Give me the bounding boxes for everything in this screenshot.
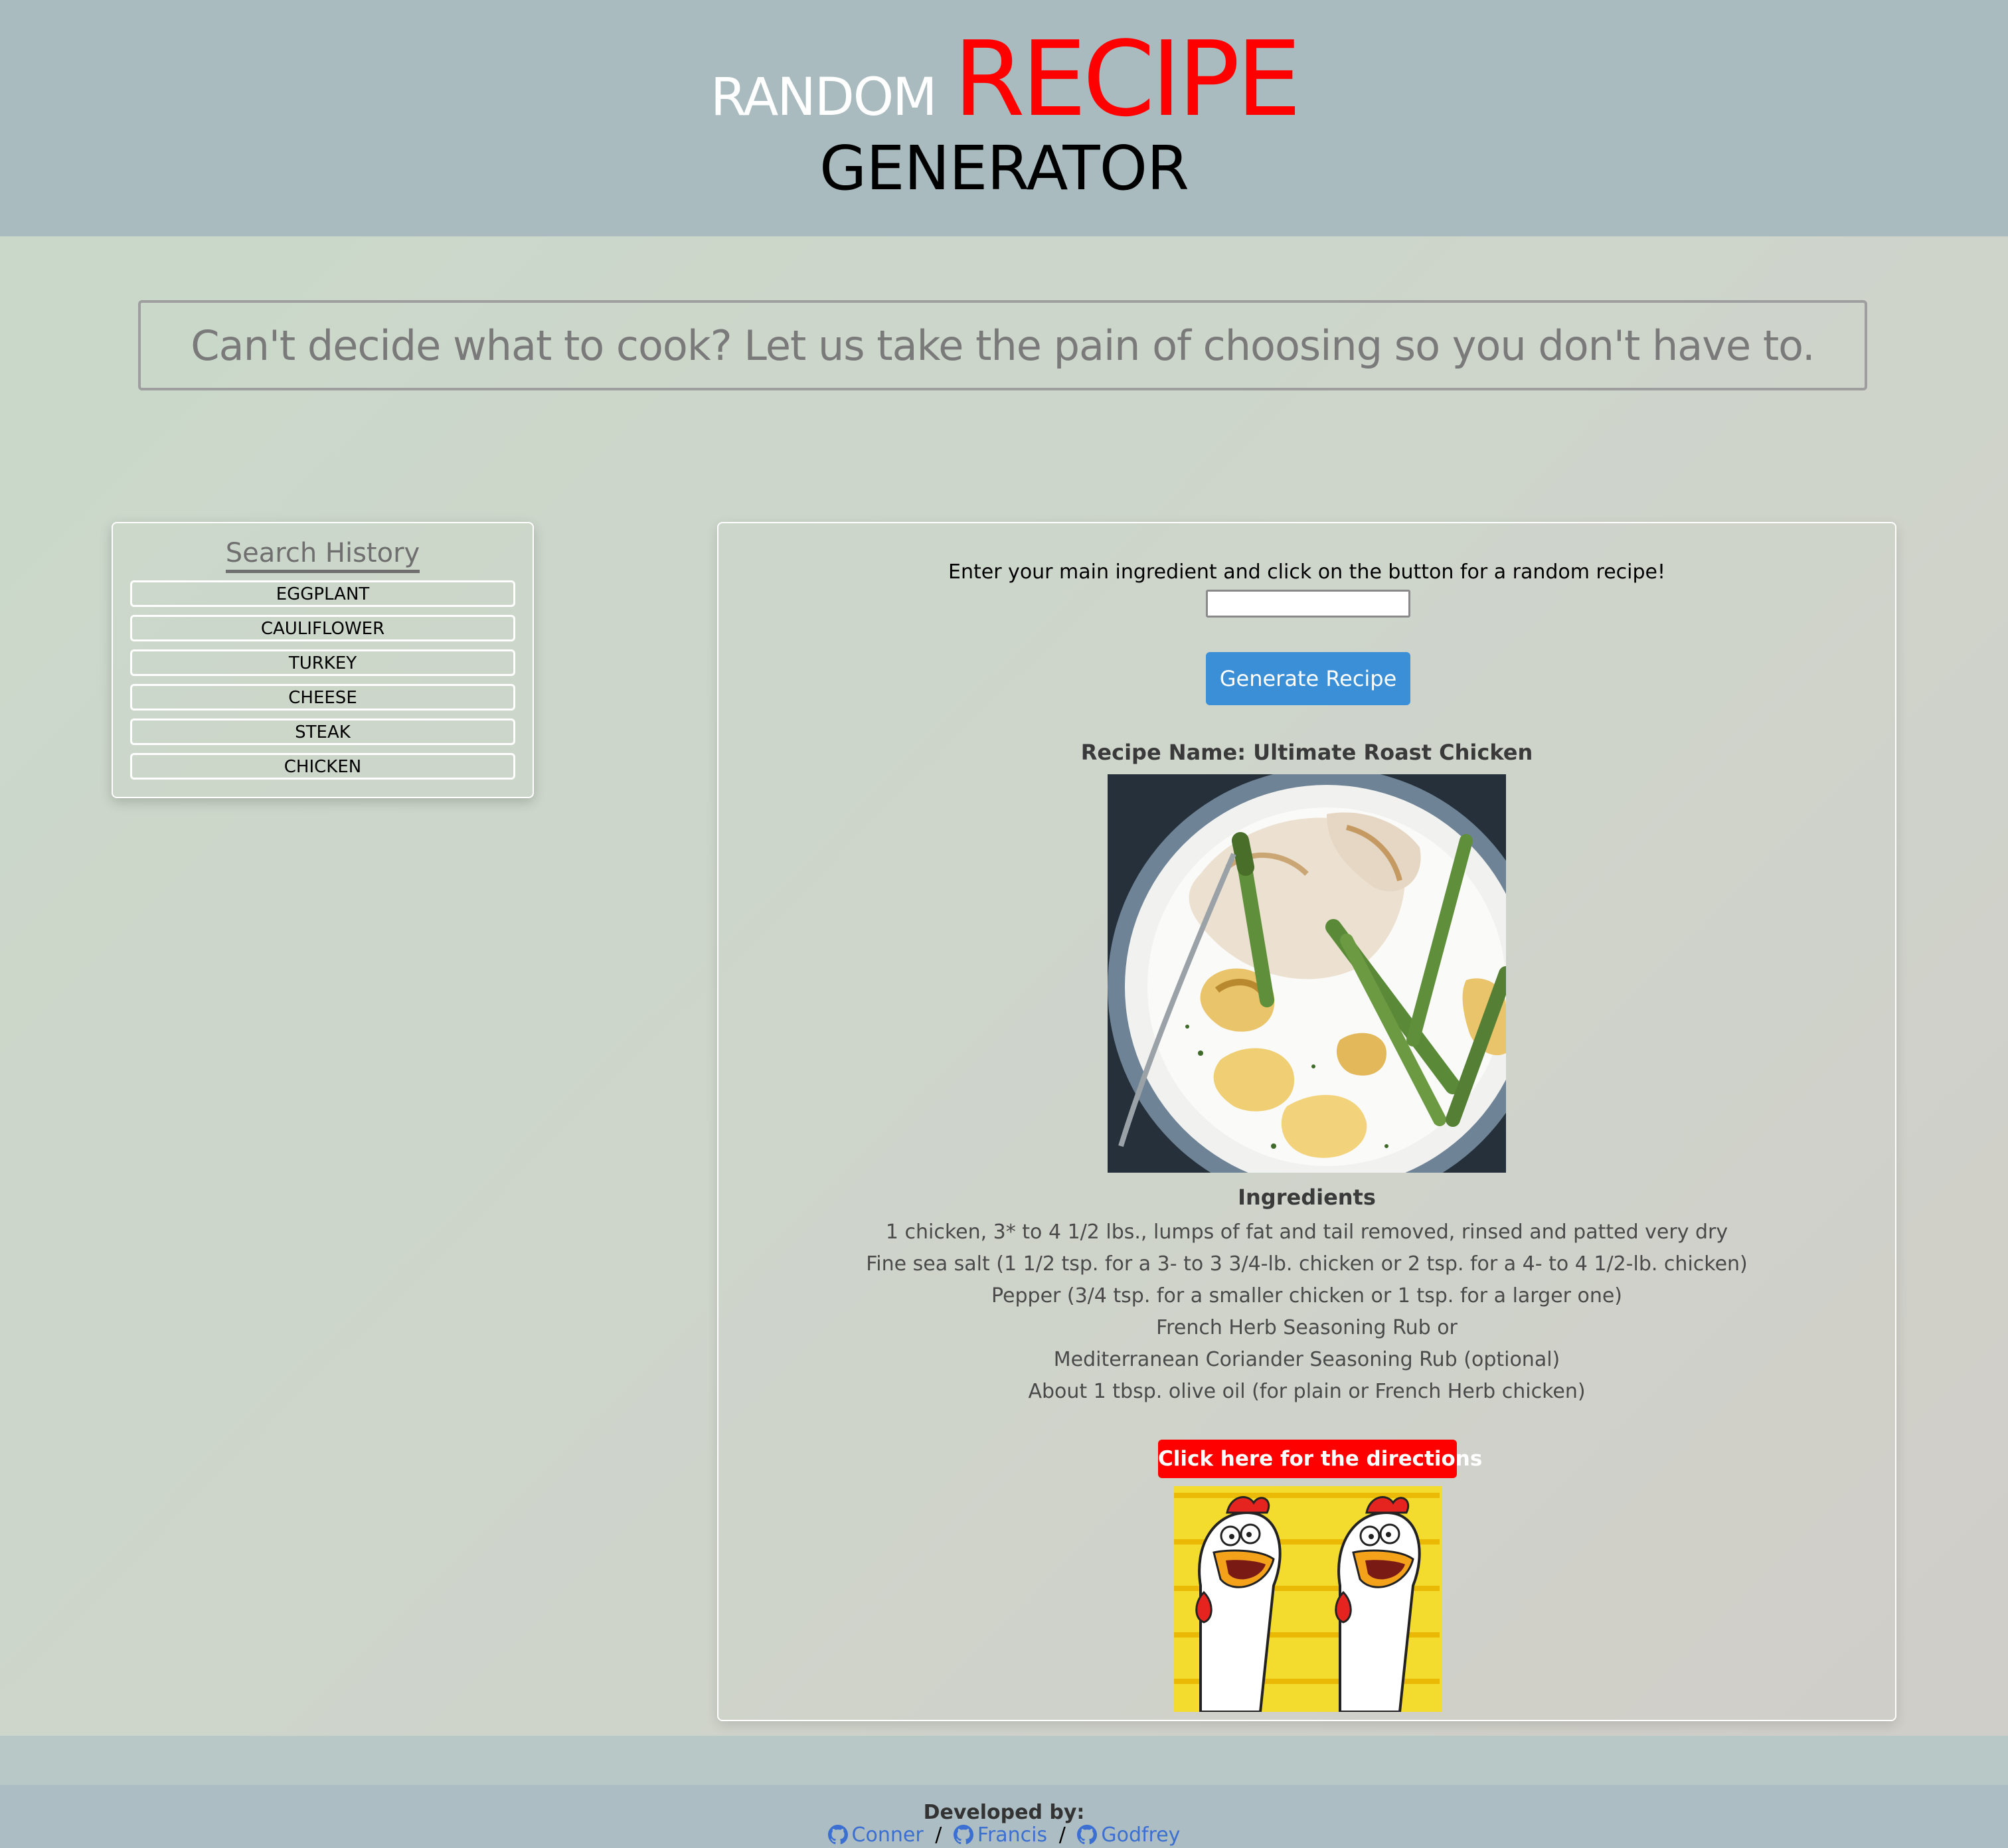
ingredient-item: Mediterranean Coriander Seasoning Rub (o… bbox=[1053, 1348, 1560, 1371]
ingredient-item: French Herb Seasoning Rub or bbox=[1156, 1316, 1458, 1339]
history-item-turkey[interactable]: TURKEY bbox=[130, 649, 515, 676]
separator: / bbox=[935, 1823, 942, 1847]
tagline: Can't decide what to cook? Let us take t… bbox=[191, 321, 1815, 370]
site-header: RANDOM RECIPE GENERATOR bbox=[0, 0, 2008, 236]
developer-link-francis[interactable]: Francis bbox=[947, 1823, 1053, 1847]
github-icon bbox=[953, 1825, 973, 1845]
site-title: RANDOM RECIPE bbox=[0, 19, 2008, 139]
history-item-steak[interactable]: STEAK bbox=[130, 718, 515, 745]
title-generator: GENERATOR bbox=[819, 133, 1189, 204]
site-footer: Developed by: Conner / Francis / Godfrey bbox=[0, 1785, 2008, 1848]
developer-link-conner[interactable]: Conner bbox=[827, 1823, 930, 1847]
generate-recipe-button[interactable]: Generate Recipe bbox=[1206, 652, 1410, 705]
search-history-title: Search History bbox=[113, 538, 533, 573]
title-random: RANDOM bbox=[710, 68, 937, 127]
search-history-list: EGGPLANT CAULIFLOWER TURKEY CHEESE STEAK… bbox=[130, 580, 515, 788]
footer-title: Developed by: bbox=[923, 1801, 1085, 1824]
ingredient-item: About 1 tbsp. olive oil (for plain or Fr… bbox=[1028, 1380, 1586, 1403]
ingredients-title: Ingredients bbox=[1238, 1185, 1376, 1210]
tagline-box: Can't decide what to cook? Let us take t… bbox=[138, 300, 1867, 390]
history-item-eggplant[interactable]: EGGPLANT bbox=[130, 580, 515, 607]
history-item-cheese[interactable]: CHEESE bbox=[130, 684, 515, 711]
recipe-image bbox=[1108, 774, 1506, 1173]
separator: / bbox=[1058, 1823, 1066, 1847]
search-history-panel: Search History EGGPLANT CAULIFLOWER TURK… bbox=[112, 522, 534, 798]
github-icon bbox=[827, 1825, 848, 1845]
footer-band bbox=[0, 1736, 2008, 1785]
ingredient-item: Pepper (3/4 tsp. for a smaller chicken o… bbox=[991, 1284, 1622, 1307]
history-item-chicken[interactable]: CHICKEN bbox=[130, 753, 515, 780]
directions-button[interactable]: Click here for the directions bbox=[1158, 1440, 1482, 1478]
ingredient-item: Fine sea salt (1 1/2 tsp. for a 3- to 3 … bbox=[866, 1252, 1748, 1276]
recipe-name: Recipe Name: Ultimate Roast Chicken bbox=[1080, 740, 1533, 765]
github-icon bbox=[1077, 1825, 1098, 1845]
ingredient-input[interactable] bbox=[1206, 590, 1410, 618]
laughing-chickens-gif bbox=[1174, 1486, 1442, 1712]
laughing-chickens-image bbox=[1174, 1486, 1442, 1712]
developer-links: Conner / Francis / Godfrey bbox=[0, 1823, 2008, 1847]
ingredient-item: 1 chicken, 3* to 4 1/2 lbs., lumps of fa… bbox=[885, 1220, 1728, 1244]
ingredients-list: 1 chicken, 3* to 4 1/2 lbs., lumps of fa… bbox=[718, 1217, 1895, 1408]
roast-chicken-photo bbox=[1108, 774, 1506, 1173]
developer-link-godfrey[interactable]: Godfrey bbox=[1071, 1823, 1180, 1847]
title-recipe: RECIPE bbox=[953, 19, 1301, 139]
history-item-cauliflower[interactable]: CAULIFLOWER bbox=[130, 615, 515, 641]
recipe-panel: Enter your main ingredient and click on … bbox=[717, 522, 1896, 1721]
ingredient-prompt: Enter your main ingredient and click on … bbox=[948, 560, 1665, 584]
